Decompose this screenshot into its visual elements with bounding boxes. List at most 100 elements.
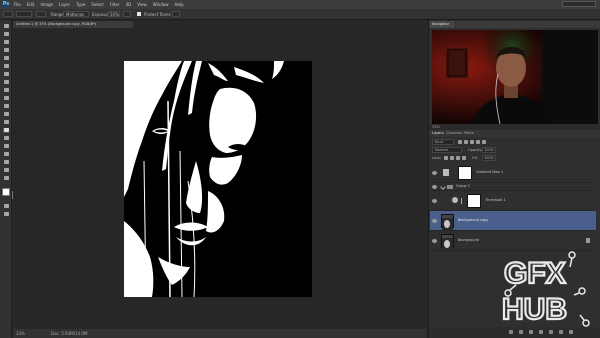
- link-layers-icon[interactable]: [509, 330, 513, 334]
- blend-mode-dropdown[interactable]: Normal: [432, 147, 462, 153]
- zoom-level[interactable]: 33%: [16, 331, 25, 336]
- brush-panel-button[interactable]: [36, 11, 46, 17]
- brush-tool-icon[interactable]: [3, 80, 9, 85]
- layer-gradient-map[interactable]: Gradient Map 1: [430, 163, 596, 183]
- new-layer-icon[interactable]: [559, 330, 563, 334]
- menu-select[interactable]: Select: [91, 2, 103, 7]
- document-tab[interactable]: Untitled-1 @ 33% (Background copy, RGB/8…: [13, 21, 133, 28]
- portrait-illustration: [124, 61, 312, 297]
- screen-mode-icon[interactable]: [3, 212, 9, 217]
- shape-tool-icon[interactable]: [3, 160, 9, 165]
- path-selection-tool-icon[interactable]: [3, 152, 9, 157]
- type-tool-icon[interactable]: [3, 144, 9, 149]
- layer-thumbnail[interactable]: [441, 214, 454, 230]
- presenter-video: [432, 30, 598, 124]
- foreground-color-swatch[interactable]: [2, 188, 10, 196]
- zoom-tool-icon[interactable]: [3, 176, 9, 181]
- layer-name: Group 1: [456, 184, 470, 188]
- menu-filter[interactable]: Filter: [110, 2, 120, 7]
- eye-icon[interactable]: [432, 219, 437, 223]
- eraser-tool-icon[interactable]: [3, 104, 9, 109]
- navigator-header: [429, 21, 600, 28]
- add-mask-icon[interactable]: [529, 330, 533, 334]
- lock-all-icon[interactable]: [462, 156, 466, 160]
- opacity-label: Opacity:: [468, 148, 483, 152]
- menu-file[interactable]: File: [14, 2, 21, 7]
- eye-icon[interactable]: [432, 171, 437, 175]
- options-bar: Range: Midtones Exposure: 50% Protect To…: [0, 9, 600, 20]
- layer-group[interactable]: Group 1: [430, 183, 596, 191]
- blend-row: Normal Opacity: 100%: [432, 147, 596, 154]
- pressure-toggle[interactable]: [172, 11, 180, 17]
- quick-mask-icon[interactable]: [3, 204, 9, 209]
- menu-bar: Ps File Edit Image Layer Type Select Fil…: [0, 0, 600, 9]
- range-dropdown[interactable]: Midtones: [63, 11, 89, 17]
- menu-edit[interactable]: Edit: [27, 2, 35, 7]
- new-group-icon[interactable]: [549, 330, 553, 334]
- layers-panel-footer: [429, 327, 600, 338]
- pen-tool-icon[interactable]: [3, 136, 9, 141]
- quick-select-tool-icon[interactable]: [3, 48, 9, 53]
- menu-layer[interactable]: Layer: [59, 2, 70, 7]
- artwork-threshold-portrait[interactable]: [124, 61, 312, 297]
- gradient-tool-icon[interactable]: [3, 112, 9, 117]
- brush-picker[interactable]: [16, 11, 32, 17]
- layer-mask-thumbnail[interactable]: [458, 166, 472, 180]
- menu-image[interactable]: Image: [40, 2, 53, 7]
- crop-tool-icon[interactable]: [3, 56, 9, 61]
- portrait-thumbnail: [442, 218, 453, 230]
- tab-navigator[interactable]: Navigator: [430, 21, 454, 28]
- layer-thumbnail[interactable]: [441, 234, 454, 250]
- move-tool-icon[interactable]: [3, 24, 9, 29]
- eye-icon[interactable]: [432, 239, 437, 243]
- layer-background-copy[interactable]: Background copy: [430, 211, 596, 231]
- fill-field[interactable]: 100%: [482, 155, 496, 161]
- history-brush-tool-icon[interactable]: [3, 96, 9, 101]
- lock-transparency-icon[interactable]: [444, 156, 448, 160]
- range-value: Midtones: [66, 12, 85, 17]
- lock-pixels-icon[interactable]: [450, 156, 454, 160]
- gfxhub-watermark: GFX HUB: [498, 247, 594, 327]
- protect-tones-checkbox[interactable]: [137, 12, 141, 16]
- dodge-tool-icon[interactable]: [3, 128, 9, 133]
- menu-3d[interactable]: 3D: [126, 2, 132, 7]
- filter-adjustment-icon[interactable]: [464, 140, 468, 144]
- layer-kind-filter[interactable]: Kind: [432, 139, 454, 145]
- webcam-overlay: [432, 30, 598, 124]
- blur-tool-icon[interactable]: [3, 120, 9, 125]
- menu-help[interactable]: Help: [174, 2, 183, 7]
- tool-preset-picker[interactable]: [3, 11, 13, 17]
- eye-icon[interactable]: [432, 199, 437, 203]
- link-icon[interactable]: [461, 198, 462, 204]
- layer-style-icon[interactable]: [519, 330, 523, 334]
- hand-tool-icon[interactable]: [3, 168, 9, 173]
- tab-paths[interactable]: Paths: [464, 131, 474, 136]
- delete-layer-icon[interactable]: [569, 330, 573, 334]
- layer-threshold[interactable]: Threshold 1: [430, 191, 596, 211]
- filter-type-icon[interactable]: [470, 140, 474, 144]
- lock-position-icon[interactable]: [456, 156, 460, 160]
- exposure-field[interactable]: 50%: [108, 11, 120, 17]
- menu-window[interactable]: Window: [153, 2, 169, 7]
- filter-pixel-icon[interactable]: [458, 140, 462, 144]
- lasso-tool-icon[interactable]: [3, 40, 9, 45]
- marquee-tool-icon[interactable]: [3, 32, 9, 37]
- menu-type[interactable]: Type: [76, 2, 85, 7]
- clone-stamp-tool-icon[interactable]: [3, 88, 9, 93]
- eyedropper-tool-icon[interactable]: [3, 64, 9, 69]
- filter-smart-object-icon[interactable]: [482, 140, 486, 144]
- layer-name: Background copy: [458, 218, 489, 222]
- menu-view[interactable]: View: [137, 2, 147, 7]
- chevron-down-icon[interactable]: [440, 184, 446, 190]
- opacity-field[interactable]: 100%: [482, 147, 496, 153]
- protect-tones-label: Protect Tones: [144, 12, 171, 17]
- healing-brush-tool-icon[interactable]: [3, 72, 9, 77]
- workspace-switcher[interactable]: [562, 1, 596, 7]
- new-adjustment-icon[interactable]: [539, 330, 543, 334]
- airbrush-toggle[interactable]: [123, 11, 131, 17]
- eye-icon[interactable]: [432, 185, 437, 189]
- tab-channels[interactable]: Channels: [446, 131, 462, 136]
- tab-layers[interactable]: Layers: [432, 131, 444, 136]
- layer-mask-thumbnail[interactable]: [467, 194, 481, 208]
- filter-shape-icon[interactable]: [476, 140, 480, 144]
